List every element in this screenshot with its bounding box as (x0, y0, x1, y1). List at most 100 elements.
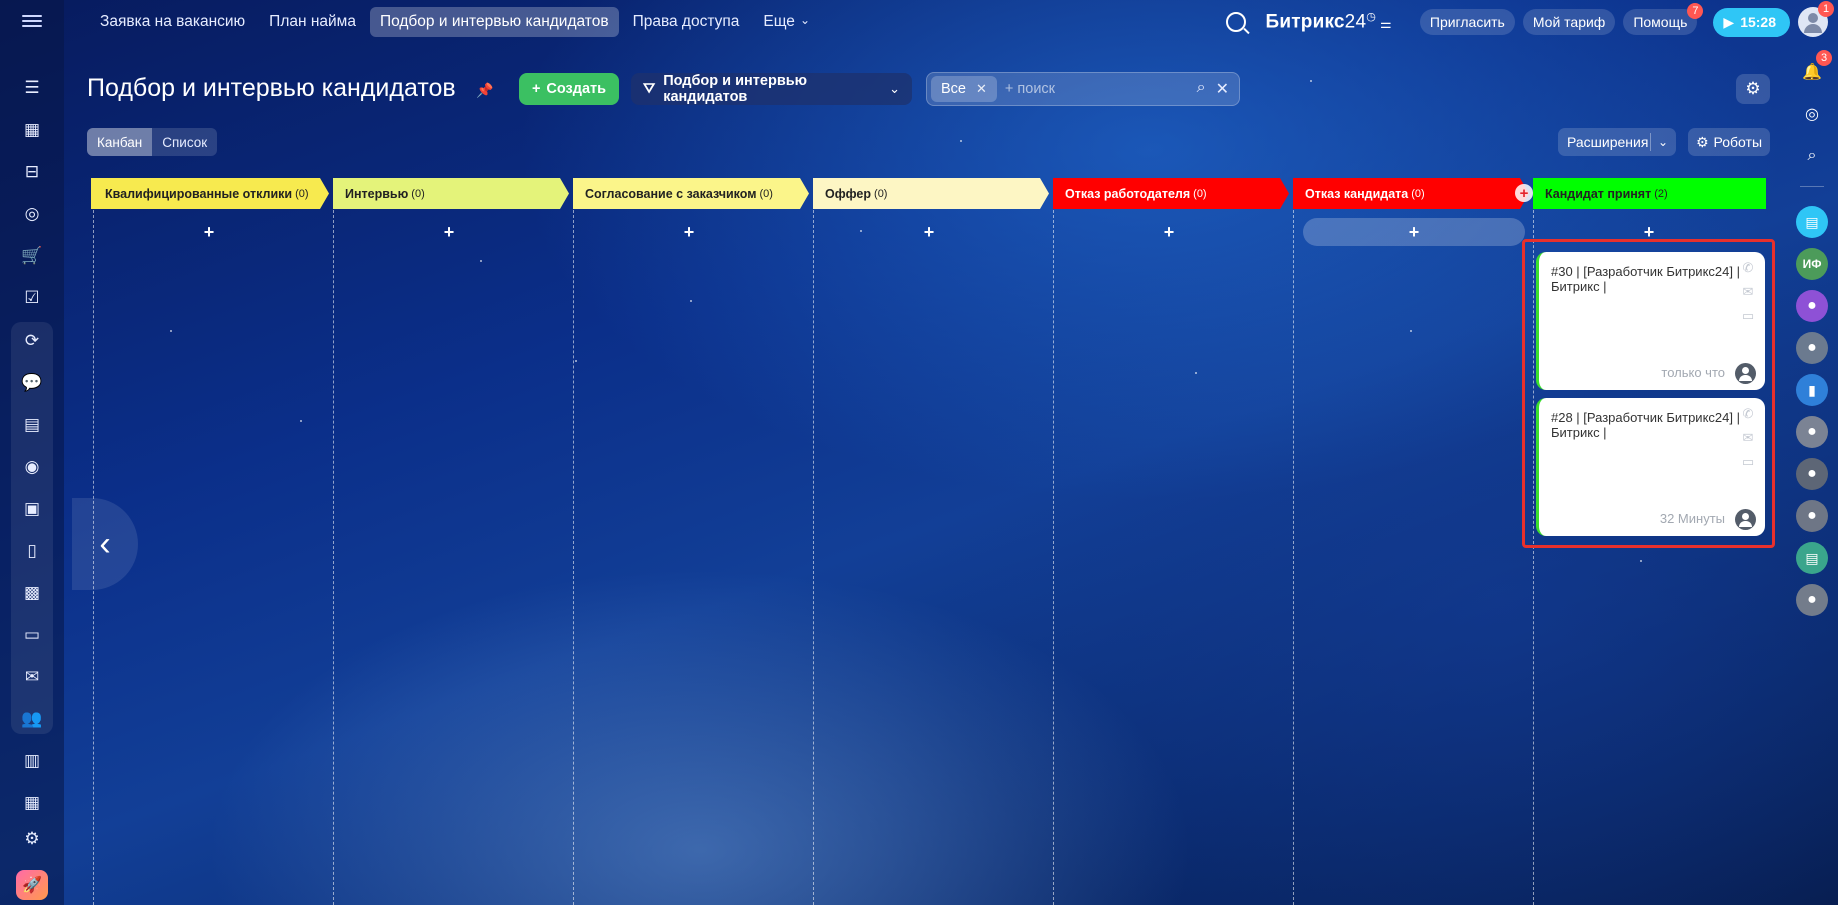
create-button[interactable]: + Создать (519, 73, 619, 105)
nav-vacancy-request[interactable]: Заявка на вакансию (90, 7, 255, 37)
kanban-column: Интервью (0) + (333, 178, 573, 905)
column-count: (2) (1654, 187, 1668, 200)
clear-icon[interactable]: ✕ (1216, 79, 1229, 99)
chat-avatar-2[interactable]: ● (1796, 290, 1828, 322)
add-item-button[interactable]: + (333, 218, 565, 246)
search-input[interactable] (996, 81, 1197, 97)
highlight-box (1522, 239, 1775, 548)
filter-search[interactable]: Все ✕ ⌕ ✕ (926, 72, 1240, 106)
pin-icon[interactable]: 📌 (476, 82, 493, 99)
kanban-column: Отказ кандидата (0) + + (1293, 178, 1533, 905)
tasks-icon[interactable]: ▦ (20, 118, 44, 142)
column-header[interactable]: Согласование с заказчиком (0) (573, 178, 809, 209)
add-stage-icon[interactable]: + (1515, 184, 1533, 202)
column-header[interactable]: Кандидат принят (2) (1533, 178, 1766, 209)
sliders-icon[interactable]: ⚌ (1380, 16, 1392, 31)
search-icon[interactable] (1225, 12, 1246, 32)
search-chat-icon[interactable]: ⌕ (1796, 140, 1828, 172)
column-divider (573, 210, 574, 905)
left-sidebar: ☰ ▦ ⊟ ◎ 🛒 ☑ ⟳ 💬 ▤ ◉ ▣ ▯ ▩ ▭ ✉ 👥 ▥ ▦ ⚙ 🚀 (0, 0, 64, 905)
calendar-icon[interactable]: ▣ (20, 497, 44, 521)
menu-icon[interactable] (22, 12, 42, 30)
cart-icon[interactable]: 🛒 (20, 244, 44, 268)
column-header[interactable]: Оффер (0) (813, 178, 1049, 209)
column-title: Оффер (825, 186, 872, 201)
help-badge: 7 (1687, 3, 1704, 19)
page-title: Подбор и интервью кандидатов (87, 74, 456, 102)
add-item-button[interactable]: + (1303, 218, 1525, 246)
disk-icon[interactable]: ◉ (20, 455, 44, 479)
users-icon[interactable]: 👥 (20, 707, 44, 731)
card-icon[interactable]: ▭ (20, 623, 44, 647)
reports-icon[interactable]: ▦ (20, 791, 44, 815)
kanban-column: Отказ работодателя (0) + (1053, 178, 1293, 905)
kanban-board: Квалифицированные отклики (0) + Интервью(… (91, 178, 1770, 905)
pipeline-select[interactable]: ⛛ Подбор и интервью кандидатов ⌄ (631, 73, 912, 105)
analytics-icon[interactable]: ▥ (20, 749, 44, 773)
file-icon[interactable]: ▯ (20, 539, 44, 563)
view-kanban[interactable]: Канбан (87, 128, 153, 156)
clock-icon: ◷ (1366, 11, 1377, 24)
copilot-icon[interactable]: ◎ (1796, 98, 1828, 130)
gear-icon[interactable]: ⚙ (1736, 74, 1770, 104)
feed-icon[interactable]: ☰ (20, 76, 44, 100)
add-item-button[interactable]: + (573, 218, 805, 246)
user-avatar[interactable]: 1 (1798, 1, 1834, 37)
nav-candidates-interview[interactable]: Подбор и интервью кандидатов (369, 7, 619, 37)
chat-avatar-3[interactable]: ● (1796, 332, 1828, 364)
nav-more[interactable]: Еще (753, 7, 820, 37)
notifications-badge: 3 (1816, 50, 1832, 66)
chat-avatar-4[interactable]: ▮ (1796, 374, 1828, 406)
filter-tag[interactable]: Все ✕ (931, 76, 997, 102)
chevron-down-icon[interactable]: ⌄ (1658, 135, 1668, 149)
chat-avatar-8[interactable]: ▤ (1796, 542, 1828, 574)
checkbox-icon[interactable]: ☑ (20, 286, 44, 310)
column-divider (333, 210, 334, 905)
chat-avatar-5[interactable]: ● (1796, 416, 1828, 448)
column-title: Интервью (345, 186, 409, 201)
funnel-icon: ⛛ (643, 81, 656, 97)
column-header[interactable]: Интервью (0) (333, 178, 569, 209)
invite-button[interactable]: Пригласить (1419, 9, 1515, 35)
column-header[interactable]: Квалифицированные отклики (0) (93, 178, 329, 209)
chat-avatar-6[interactable]: ● (1796, 458, 1828, 490)
help-button[interactable]: Помощь 7 (1623, 3, 1704, 35)
column-header[interactable]: Отказ работодателя (0) (1053, 178, 1289, 209)
chat-avatar-1[interactable]: ▤ (1796, 206, 1828, 238)
target-icon[interactable]: ◎ (20, 202, 44, 226)
search-icon[interactable]: ⌕ (1197, 79, 1206, 99)
column-header[interactable]: Отказ кандидата (0) (1293, 178, 1529, 209)
brand-logo[interactable]: Битрикс24◷ ⚌ (1266, 10, 1392, 33)
robot-icon: ⚙ (1695, 133, 1709, 150)
chat-avatar-9[interactable]: ● (1796, 584, 1828, 616)
timeman-button[interactable]: ▶ 15:28 (1713, 7, 1790, 37)
document-icon[interactable]: ▤ (20, 413, 44, 437)
chat-icon[interactable]: 💬 (20, 371, 44, 395)
column-count: (0) (1193, 187, 1207, 200)
view-list[interactable]: Список (152, 128, 217, 156)
my-tariff-button[interactable]: Мой тариф (1522, 9, 1616, 35)
extensions-button[interactable]: Расширения ⌄ (1558, 128, 1676, 156)
notifications-bell-icon[interactable]: 🔔 3 (1796, 50, 1832, 88)
automation-icon[interactable]: ⟳ (20, 329, 44, 353)
mail-icon[interactable]: ✉ (20, 665, 44, 689)
nav-access-rights[interactable]: Права доступа (623, 7, 750, 37)
add-item-button[interactable]: + (813, 218, 1045, 246)
add-item-button[interactable]: + (1053, 218, 1285, 246)
column-title: Отказ работодателя (1065, 186, 1191, 201)
robots-button[interactable]: ⚙ Роботы (1688, 128, 1770, 156)
add-item-button[interactable]: + (93, 218, 325, 246)
robots-label: Роботы (1713, 134, 1763, 150)
close-icon[interactable]: ✕ (976, 81, 987, 97)
divider (1650, 133, 1651, 151)
settings-icon[interactable]: ⚙ (20, 827, 44, 851)
inbox-icon[interactable]: ⊟ (20, 160, 44, 184)
create-label: Создать (546, 81, 607, 97)
rocket-icon[interactable]: 🚀 (16, 870, 48, 900)
board-icon[interactable]: ▩ (20, 581, 44, 605)
nav-hiring-plan[interactable]: План найма (259, 7, 366, 37)
rail-separator (1800, 186, 1824, 187)
chat-avatar-initials[interactable]: ИФ (1796, 248, 1828, 280)
chat-avatar-7[interactable]: ● (1796, 500, 1828, 532)
play-icon: ▶ (1723, 13, 1735, 30)
